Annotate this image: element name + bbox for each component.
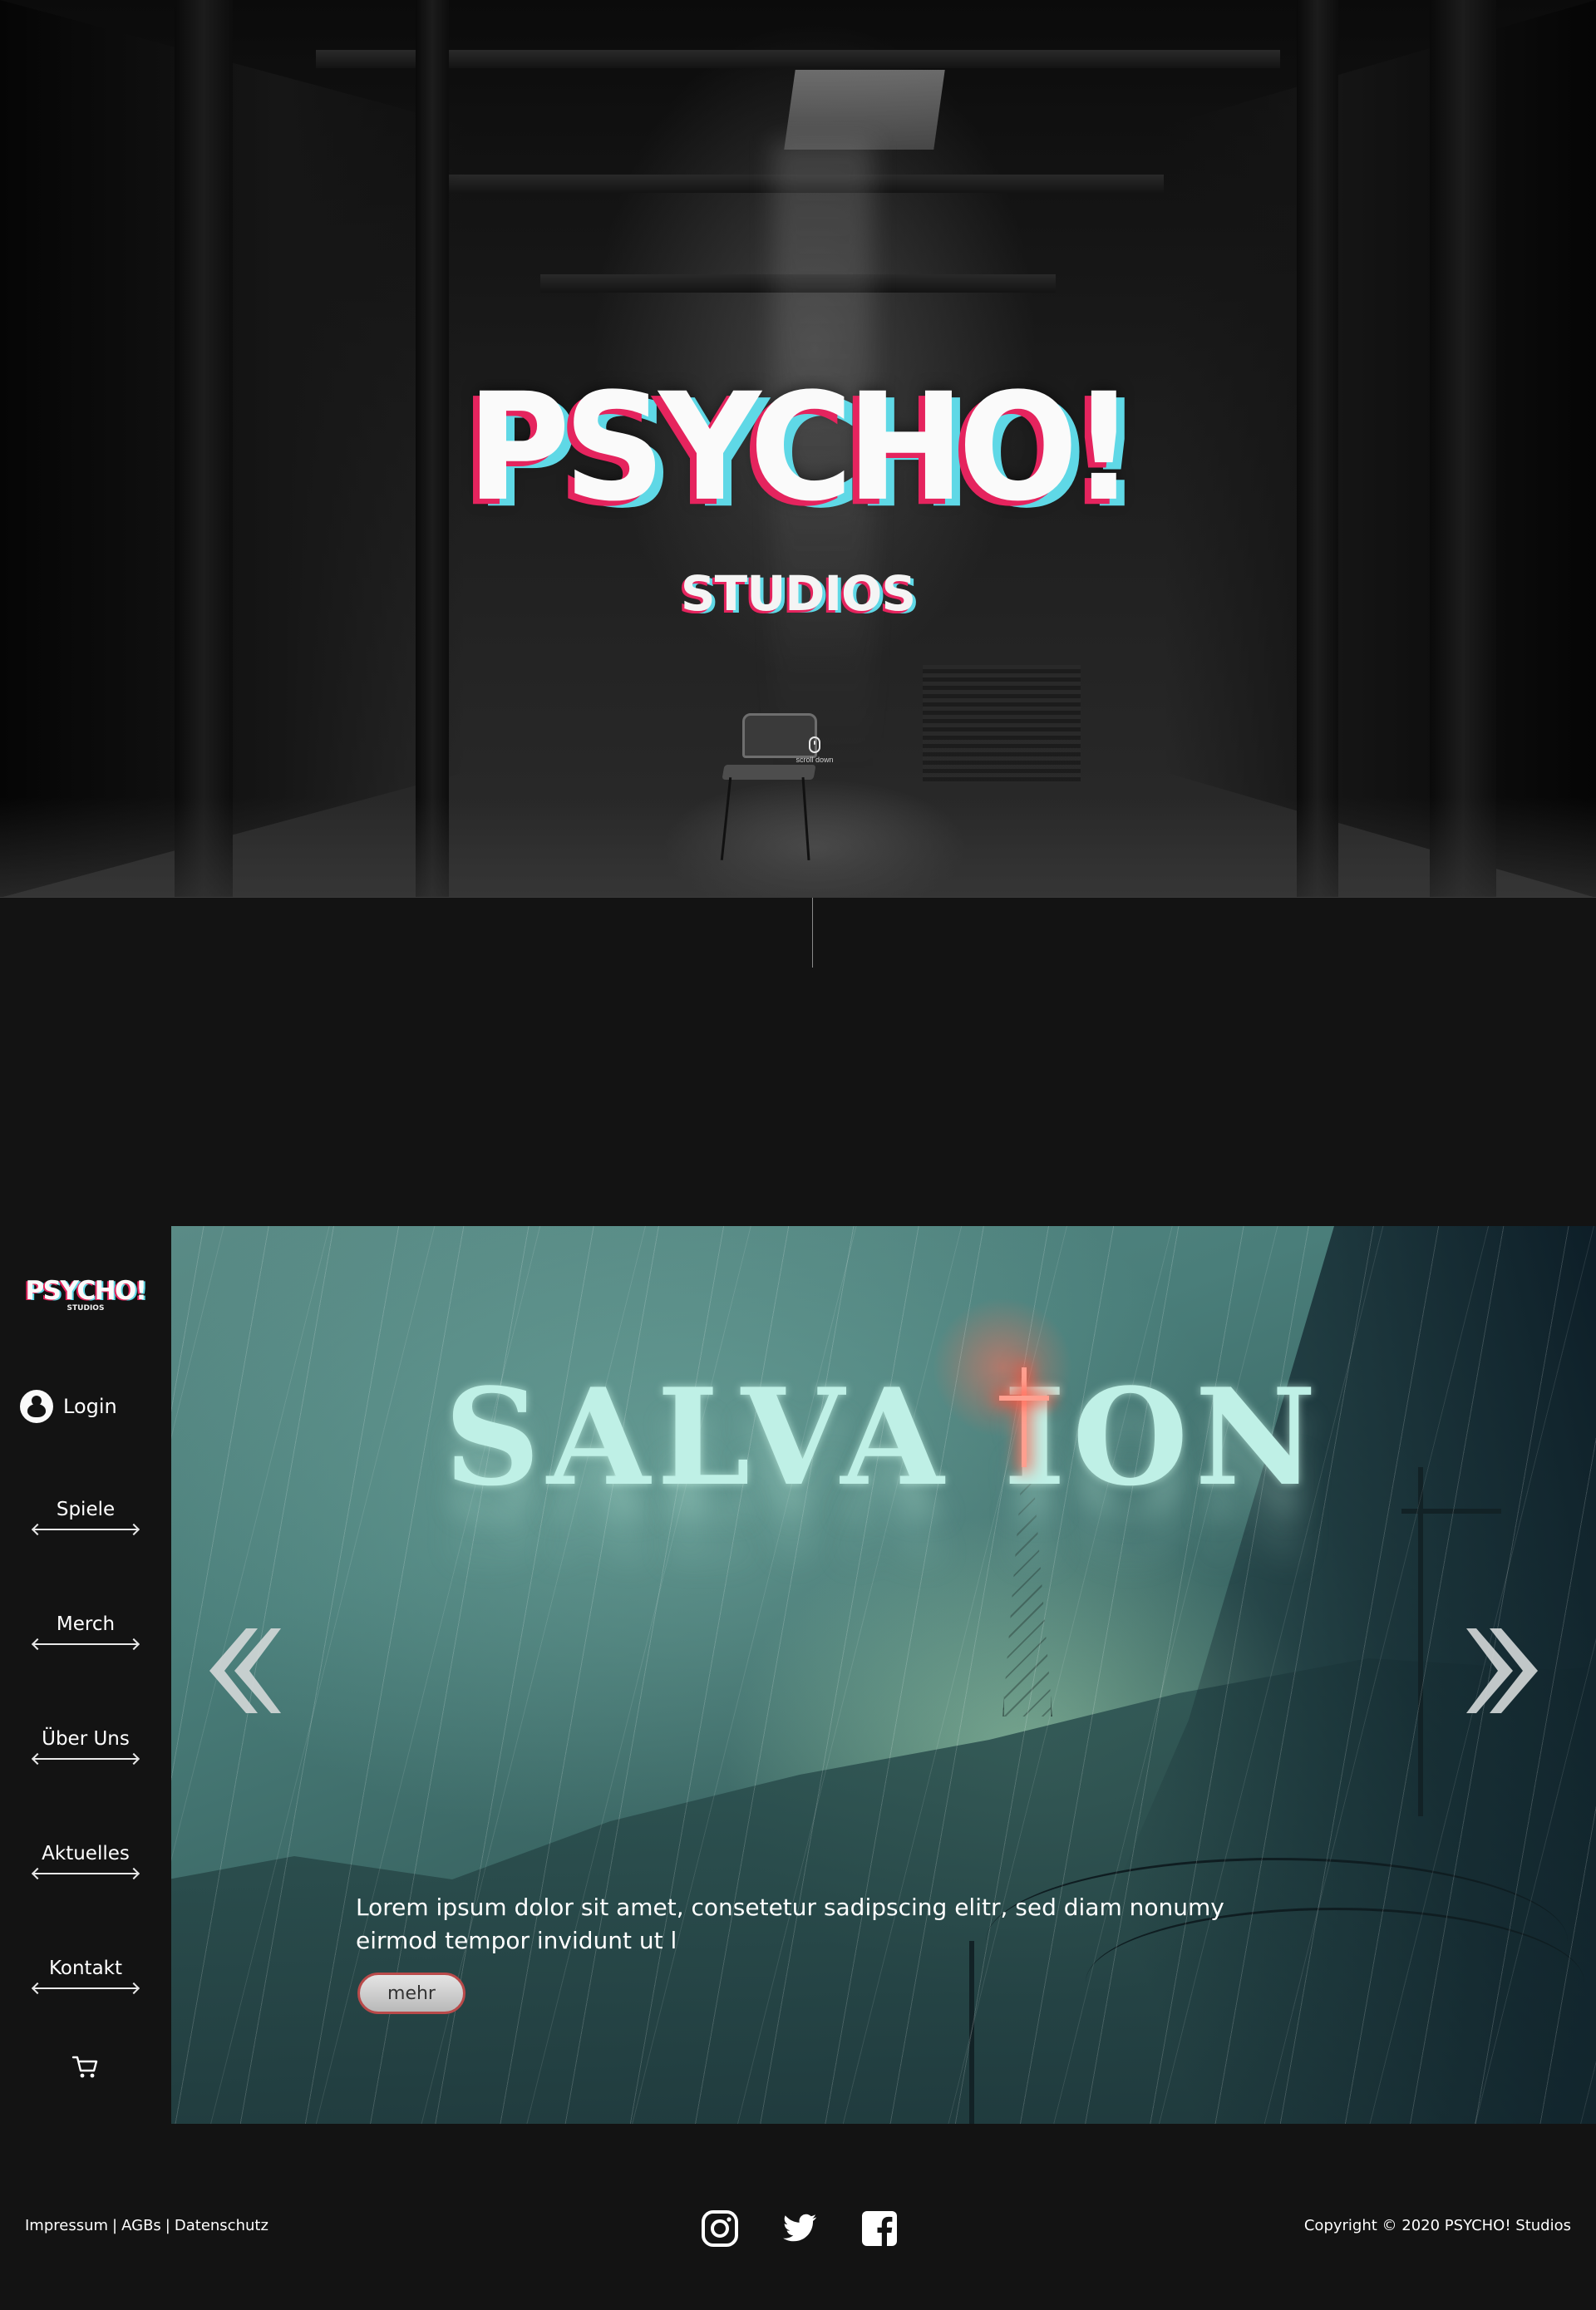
- nav-item-aktuelles[interactable]: Aktuelles: [30, 1843, 141, 1874]
- copyright-text: Copyright © 2020 PSYCHO! Studios: [1303, 2217, 1571, 2234]
- login-button[interactable]: Login: [20, 1390, 117, 1423]
- game-title: SALVA ION: [444, 1359, 1323, 1515]
- logo-text: PSYCHO!: [25, 1276, 147, 1306]
- footer: Impressum | AGBs | Datenschutz Copyright © 2…: [0, 2124, 1596, 2310]
- nav-label: Über Uns: [42, 1728, 130, 1750]
- nav-label: Aktuelles: [42, 1843, 130, 1864]
- facebook-icon[interactable]: [860, 2209, 899, 2248]
- slide-description: Lorem ipsum dolor sit amet, consetetur s…: [356, 1894, 1224, 1954]
- scroll-label: scroll down: [796, 756, 834, 764]
- arrow-underline: [34, 1758, 137, 1760]
- hero-section: PSYCHO! STUDIOS scroll down: [0, 0, 1596, 898]
- login-label: Login: [63, 1395, 117, 1418]
- more-button[interactable]: mehr: [357, 1973, 466, 2014]
- garage-door: [923, 665, 1081, 781]
- twitter-icon[interactable]: [780, 2209, 820, 2248]
- brand-subtitle: STUDIOS: [680, 565, 916, 622]
- brand-title: PSYCHO!: [466, 362, 1135, 534]
- ceiling-beam: [316, 50, 1280, 68]
- sidebar-logo[interactable]: PSYCHO! STUDIOS: [23, 1276, 148, 1313]
- mouse-icon: [809, 736, 820, 753]
- floor: [0, 797, 1596, 897]
- instagram-icon[interactable]: [700, 2209, 740, 2248]
- chevron-double-right-icon[interactable]: [1466, 1625, 1541, 1716]
- agbs-link[interactable]: AGBs: [121, 2217, 161, 2234]
- nav-item-ueber-uns[interactable]: Über Uns: [30, 1728, 141, 1760]
- scroll-down-hint[interactable]: scroll down: [794, 736, 835, 764]
- arrow-underline: [34, 1529, 137, 1530]
- chevron-double-left-icon[interactable]: [206, 1625, 281, 1716]
- nav-item-kontakt[interactable]: Kontakt: [30, 1958, 141, 1989]
- impressum-link[interactable]: Impressum: [25, 2217, 108, 2234]
- social-links: [700, 2209, 899, 2248]
- separator: |: [165, 2217, 170, 2234]
- nav-label: Merch: [56, 1613, 116, 1635]
- nav-label: Spiele: [56, 1499, 116, 1520]
- arrow-underline: [34, 1643, 137, 1645]
- footer-links: Impressum | AGBs | Datenschutz: [25, 2217, 268, 2234]
- scroll-line: [812, 898, 813, 968]
- arrow-underline: [34, 1987, 137, 1989]
- skylight: [784, 70, 945, 150]
- nav-item-spiele[interactable]: Spiele: [30, 1499, 141, 1530]
- separator: |: [112, 2217, 118, 2234]
- nav-label: Kontakt: [48, 1958, 123, 1979]
- datenschutz-link[interactable]: Datenschutz: [175, 2217, 268, 2234]
- cart-icon[interactable]: [71, 2054, 100, 2081]
- game-slider: SALVA ION Lorem ipsum dolor sit amet, co…: [171, 1226, 1596, 2124]
- nav-item-merch[interactable]: Merch: [30, 1613, 141, 1645]
- arrow-underline: [34, 1873, 137, 1874]
- sidebar: PSYCHO! STUDIOS Login Spiele Merch Über …: [0, 1226, 171, 2124]
- user-icon: [20, 1390, 53, 1423]
